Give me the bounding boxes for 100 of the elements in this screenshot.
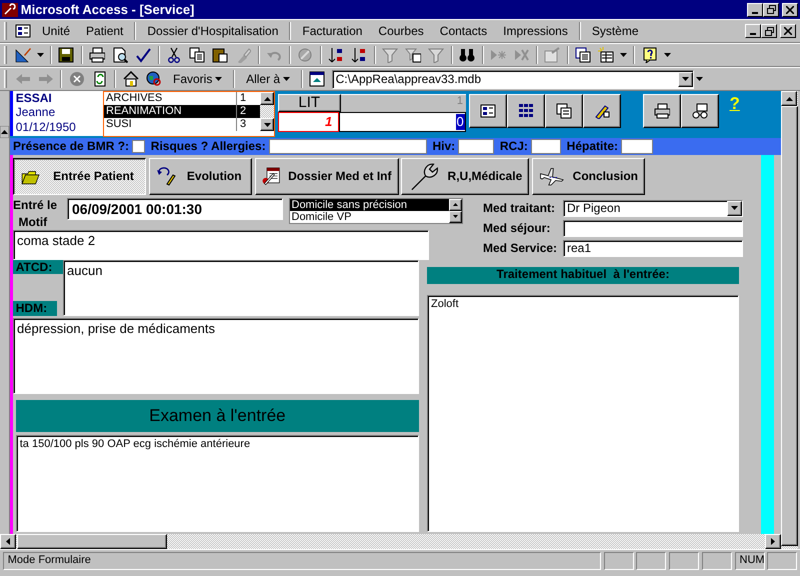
address-field[interactable]: C:\AppRea\appreav33.mdb xyxy=(332,70,694,88)
scissors-icon[interactable] xyxy=(166,47,182,63)
hepatitis-field[interactable] xyxy=(621,139,653,154)
home-icon[interactable] xyxy=(122,71,138,87)
bed-label: LIT xyxy=(278,94,341,112)
tab[interactable]: Entrée Patient xyxy=(13,158,146,195)
sort-descending-icon[interactable] xyxy=(351,47,367,63)
arrow-up-icon xyxy=(264,96,270,100)
globe-search-icon[interactable] xyxy=(146,71,162,87)
minimize-button[interactable] xyxy=(747,2,764,16)
new-table-icon[interactable] xyxy=(598,47,614,63)
doctor-field[interactable]: rea1 xyxy=(563,240,743,256)
entry-date-field[interactable]: 06/09/2001 00:01:30 xyxy=(67,198,283,220)
record-selector-bar[interactable] xyxy=(0,91,10,138)
form-view-button[interactable] xyxy=(468,94,506,128)
arrow-up-icon xyxy=(452,203,458,206)
minimize-button[interactable] xyxy=(745,24,762,38)
service-row[interactable]: REANIMATION 2 xyxy=(104,105,260,118)
caret-icon[interactable] xyxy=(282,76,290,81)
menu-item[interactable]: Unité xyxy=(34,22,78,40)
bed-count: 1 xyxy=(340,94,466,112)
scroll-up-button[interactable] xyxy=(448,198,462,210)
windows-icon[interactable] xyxy=(575,47,591,63)
glasses-icon xyxy=(692,102,708,119)
exam-field[interactable]: ta 150/100 pls 90 OAP ecg ischémie antérieure xyxy=(16,434,419,532)
caret-icon[interactable] xyxy=(215,76,222,81)
favorites-menu[interactable]: Favoris xyxy=(165,70,230,88)
filter-form-icon[interactable] xyxy=(405,47,421,63)
allergies-field[interactable] xyxy=(268,139,427,154)
close-button[interactable] xyxy=(782,2,798,16)
doctor-field[interactable] xyxy=(563,220,743,236)
binoculars-icon[interactable] xyxy=(459,47,475,63)
paste-icon[interactable] xyxy=(212,47,228,63)
save-icon[interactable] xyxy=(58,47,74,63)
scroll-left-button[interactable] xyxy=(0,534,16,549)
rcj-field[interactable] xyxy=(530,139,561,154)
hiv-field[interactable] xyxy=(458,139,494,154)
pencil-button[interactable] xyxy=(582,94,620,128)
copy-icon[interactable] xyxy=(189,47,205,63)
status-text: Mode Formulaire xyxy=(2,552,601,570)
tab[interactable]: Conclusion xyxy=(532,158,645,195)
stacked-forms-button[interactable] xyxy=(544,94,582,128)
sort-ascending-icon[interactable] xyxy=(328,47,344,63)
filter-icon[interactable] xyxy=(382,47,398,63)
checkmark-icon[interactable] xyxy=(135,47,151,63)
form-view-icon[interactable] xyxy=(14,23,30,39)
menu-item[interactable]: Système xyxy=(584,22,647,40)
printer-icon[interactable] xyxy=(89,47,105,63)
hdm-field[interactable]: dépression, prise de médicaments xyxy=(13,318,419,394)
service-list[interactable]: ARCHIVES 1 REANIMATION 2 SUSI 3 xyxy=(103,91,275,137)
scroll-up-button[interactable] xyxy=(781,91,797,106)
origin-row[interactable]: Domicile sans précision xyxy=(290,198,448,210)
rcj-label: RCJ: xyxy=(498,139,529,154)
menu-item[interactable]: Patient xyxy=(78,22,132,40)
caret-icon[interactable] xyxy=(731,206,738,210)
close-icon xyxy=(786,6,794,14)
close-button[interactable] xyxy=(780,24,796,38)
origin-list[interactable]: Domicile sans précision Domicile VP xyxy=(288,198,462,224)
menu-item[interactable]: Dossier d'Hospitalisation xyxy=(139,22,286,40)
tab[interactable]: Dossier Med et Inf xyxy=(254,158,398,195)
scroll-down-button[interactable] xyxy=(260,118,274,131)
filter-icon[interactable] xyxy=(428,47,444,63)
bed-field[interactable]: 0 xyxy=(338,112,466,132)
refresh-icon[interactable] xyxy=(92,71,108,87)
arrow-up-icon xyxy=(786,96,792,100)
scrollbar-thumb[interactable] xyxy=(781,106,798,546)
window-icon[interactable] xyxy=(309,71,326,87)
treatment-field[interactable]: Zoloft xyxy=(427,294,739,532)
caret-icon[interactable] xyxy=(664,52,671,56)
scrollbar-thumb[interactable] xyxy=(17,534,167,549)
restore-button[interactable] xyxy=(761,24,778,38)
scroll-down-button[interactable] xyxy=(448,210,462,222)
restore-button[interactable] xyxy=(763,2,780,16)
stop-icon[interactable] xyxy=(68,71,84,87)
help-icon[interactable] xyxy=(642,47,658,63)
help-link[interactable]: ? xyxy=(730,94,740,114)
menu-item[interactable]: Contacts xyxy=(432,22,496,40)
menu-item[interactable]: Facturation xyxy=(294,22,370,40)
grid-button[interactable] xyxy=(506,94,544,128)
printer-button[interactable] xyxy=(642,94,680,128)
print-preview-icon[interactable] xyxy=(112,47,128,63)
atcd-field[interactable]: aucun xyxy=(63,260,419,316)
menu-item[interactable]: Impressions xyxy=(495,22,576,40)
doctor-dropdown[interactable]: Dr Pigeon xyxy=(563,200,743,216)
tab[interactable]: R,U,Médicale xyxy=(401,158,530,195)
motif-field[interactable]: coma stade 2 xyxy=(13,230,429,260)
treatment-header: Traitement habituel à l'entrée: xyxy=(427,266,739,284)
ruler-pencil-icon[interactable] xyxy=(14,47,30,63)
hepatitis-label: Hépatite: xyxy=(566,139,619,154)
menu-item[interactable]: Courbes xyxy=(370,22,432,40)
scroll-right-button[interactable] xyxy=(765,534,781,549)
bmr-checkbox[interactable] xyxy=(132,140,146,153)
tab[interactable]: Evolution xyxy=(148,158,252,195)
arrow-up-icon[interactable] xyxy=(0,126,9,138)
glasses-button[interactable] xyxy=(680,94,718,128)
origin-row[interactable]: Domicile VP xyxy=(290,210,448,222)
caret-icon[interactable] xyxy=(620,52,628,56)
scroll-up-button[interactable] xyxy=(260,92,274,105)
go-to-menu[interactable]: Aller à xyxy=(238,70,298,88)
caret-icon[interactable] xyxy=(36,52,44,56)
